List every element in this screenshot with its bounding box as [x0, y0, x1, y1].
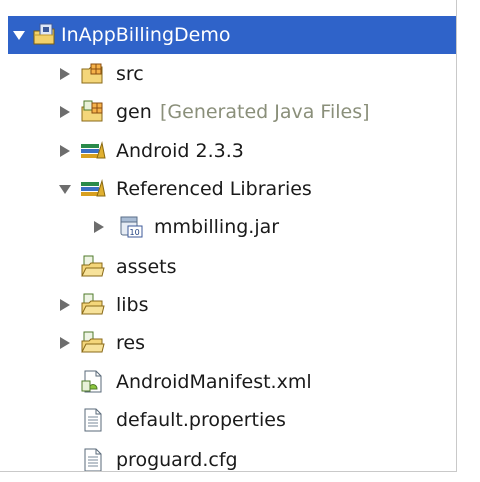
text-file-icon — [84, 408, 102, 432]
expanded-arrow-icon[interactable] — [12, 27, 26, 43]
folder-icon — [81, 293, 105, 315]
tree-item-label: res — [116, 332, 145, 354]
folder-icon — [81, 331, 105, 353]
package-folder-icon — [81, 100, 103, 122]
text-file-icon — [84, 448, 102, 472]
collapsed-arrow-icon[interactable] — [58, 335, 72, 351]
folder-icon — [81, 255, 105, 277]
tree-item-label: default.properties — [116, 409, 286, 431]
library-icon — [81, 141, 106, 159]
project-folder-icon — [33, 23, 55, 45]
tree-item-label: Android 2.3.3 — [116, 140, 244, 162]
tree-item-label: libs — [116, 294, 149, 316]
tree-item-label: mmbilling.jar — [154, 216, 280, 238]
tree-item-project[interactable]: InAppBillingDemo — [8, 16, 456, 54]
collapsed-arrow-icon[interactable] — [58, 104, 72, 120]
android-manifest-icon — [81, 370, 102, 393]
collapsed-arrow-icon[interactable] — [58, 66, 72, 82]
tree-item-label: assets — [116, 256, 177, 278]
jar-icon: 10 — [120, 216, 143, 238]
tree-item-label: proguard.cfg — [116, 449, 238, 471]
package-folder-icon — [81, 63, 103, 84]
project-name: InAppBillingDemo — [61, 24, 231, 46]
tree-item-label: Referenced Libraries — [116, 178, 312, 200]
library-icon — [81, 179, 106, 197]
collapsed-arrow-icon[interactable] — [58, 297, 72, 313]
tree-item-label: gen — [116, 101, 152, 123]
expanded-arrow-icon[interactable] — [58, 181, 72, 197]
tree-item-label: src — [116, 63, 144, 85]
collapsed-arrow-icon[interactable] — [92, 219, 106, 235]
package-explorer-tree: InAppBillingDemo src gen [Generated Java… — [0, 0, 480, 482]
panel-border-bottom — [0, 471, 457, 472]
svg-text:10: 10 — [130, 228, 140, 237]
panel-border-right — [456, 0, 457, 472]
collapsed-arrow-icon[interactable] — [58, 143, 72, 159]
tree-item-label: AndroidManifest.xml — [116, 371, 312, 393]
tree-item-decoration: [Generated Java Files] — [160, 101, 370, 123]
